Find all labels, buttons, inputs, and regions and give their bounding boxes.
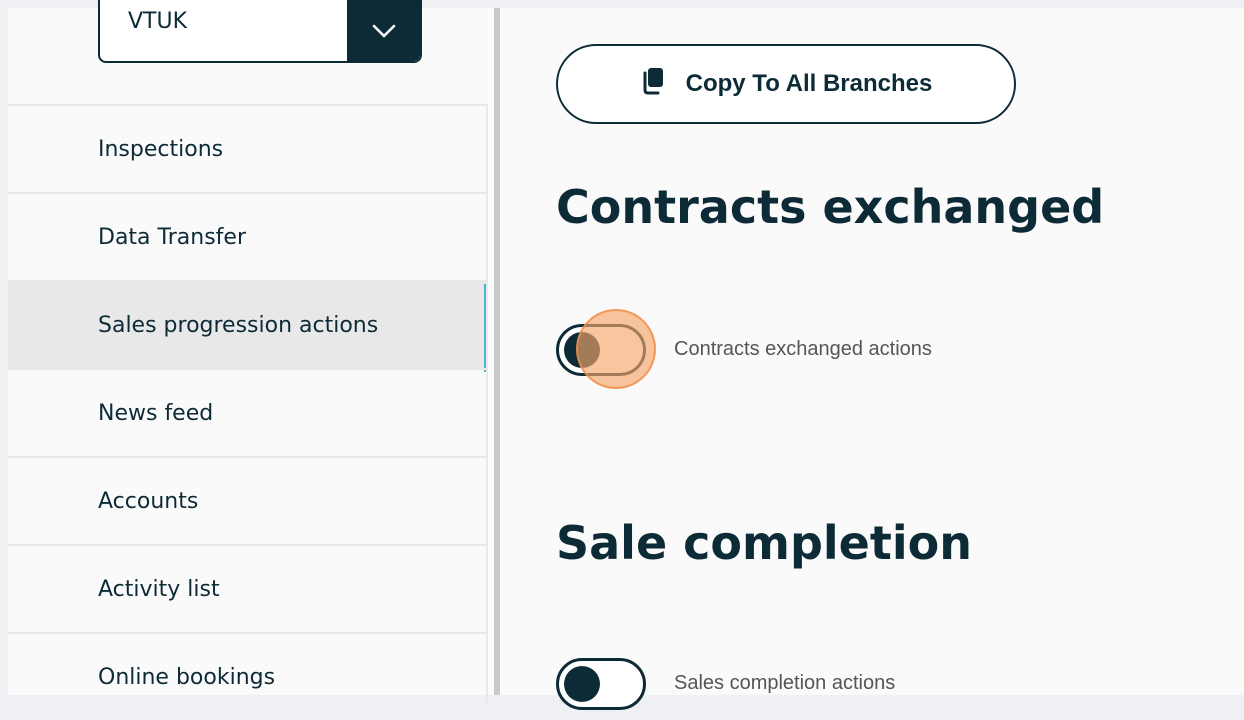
sidebar-item-label: Online bookings bbox=[98, 664, 276, 690]
app-frame: VTUK Inspections Data Transfer Sales pro… bbox=[8, 0, 1244, 710]
sales-completion-toggle[interactable] bbox=[556, 658, 646, 710]
chevron-down-icon[interactable] bbox=[347, 0, 420, 61]
sidebar-item-news-feed[interactable]: News feed bbox=[8, 368, 488, 456]
toggle-label-contracts-exchanged: Contracts exchanged actions bbox=[674, 338, 932, 360]
main-content: Copy To All Branches Contracts exchanged… bbox=[500, 8, 1244, 710]
sidebar-item-label: Sales progression actions bbox=[98, 312, 379, 338]
sidebar-item-label: Activity list bbox=[98, 576, 220, 602]
copy-to-all-branches-button[interactable]: Copy To All Branches bbox=[556, 44, 1016, 124]
sidebar-nav: Inspections Data Transfer Sales progress… bbox=[8, 104, 488, 720]
sidebar-item-label: Inspections bbox=[98, 136, 224, 162]
sidebar: VTUK Inspections Data Transfer Sales pro… bbox=[8, 0, 488, 704]
click-highlight bbox=[576, 309, 656, 389]
section-title-contracts-exchanged: Contracts exchanged bbox=[556, 180, 1105, 234]
sidebar-item-data-transfer[interactable]: Data Transfer bbox=[8, 192, 488, 280]
sidebar-item-sales-progression-actions[interactable]: Sales progression actions bbox=[8, 280, 488, 372]
sidebar-item-label: Accounts bbox=[98, 488, 199, 514]
copy-button-label: Copy To All Branches bbox=[685, 70, 933, 97]
sidebar-item-inspections[interactable]: Inspections bbox=[8, 104, 488, 192]
branch-select[interactable]: VTUK bbox=[98, 0, 422, 63]
toggle-label-sales-completion: Sales completion actions bbox=[674, 672, 896, 694]
branch-select-value: VTUK bbox=[128, 9, 188, 34]
sidebar-item-accounts[interactable]: Accounts bbox=[8, 456, 488, 544]
sidebar-item-online-bookings[interactable]: Online bookings bbox=[8, 632, 488, 720]
sidebar-border bbox=[486, 104, 488, 704]
toggle-knob bbox=[564, 666, 600, 702]
copy-icon bbox=[640, 67, 666, 102]
sidebar-item-label: Data Transfer bbox=[98, 224, 246, 250]
sidebar-item-activity-list[interactable]: Activity list bbox=[8, 544, 488, 632]
sidebar-item-label: News feed bbox=[98, 400, 214, 426]
section-title-sale-completion: Sale completion bbox=[556, 516, 972, 570]
